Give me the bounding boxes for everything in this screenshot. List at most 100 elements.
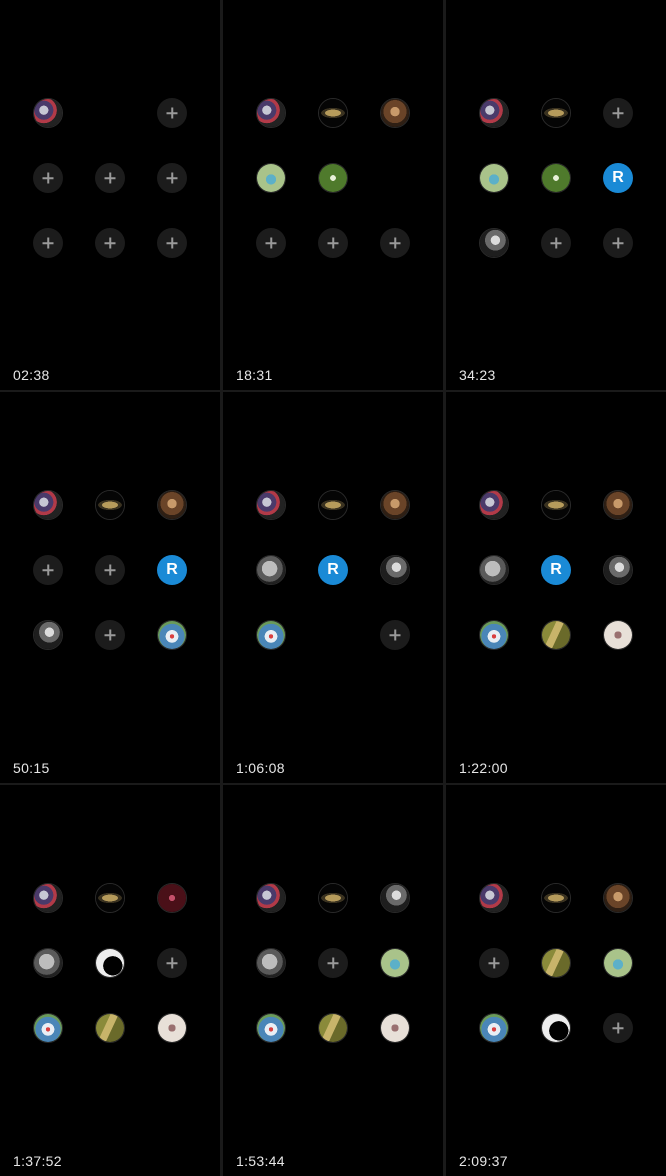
cards-icon (257, 99, 285, 127)
flag-photo-avatar[interactable] (479, 1013, 509, 1043)
moon-avatar[interactable] (479, 555, 509, 585)
contact-avatar-letter[interactable]: R (318, 555, 348, 585)
portrait-bw-avatar[interactable] (33, 620, 63, 650)
cards-avatar[interactable] (33, 98, 63, 128)
car-logo-icon (542, 99, 570, 127)
road-icon (542, 621, 570, 649)
sketch-avatar[interactable] (157, 1013, 187, 1043)
add-contact-button[interactable] (33, 163, 63, 193)
cards-icon (257, 884, 285, 912)
add-contact-button[interactable] (603, 1013, 633, 1043)
portrait-bw-avatar[interactable] (380, 555, 410, 585)
coffee-avatar[interactable] (603, 490, 633, 520)
cards-avatar[interactable] (33, 883, 63, 913)
add-contact-button[interactable] (95, 555, 125, 585)
coffee-avatar[interactable] (380, 490, 410, 520)
road-avatar[interactable] (541, 620, 571, 650)
coffee-icon (604, 884, 632, 912)
timestamp-label: 18:31 (236, 367, 273, 383)
silhouette-avatar[interactable] (95, 948, 125, 978)
cards-avatar[interactable] (256, 98, 286, 128)
add-contact-button[interactable] (157, 228, 187, 258)
road-icon (319, 1014, 347, 1042)
contact-avatar-letter[interactable]: R (603, 163, 633, 193)
cards-avatar[interactable] (256, 490, 286, 520)
contact-avatar-letter[interactable]: R (541, 555, 571, 585)
add-contact-button[interactable] (95, 620, 125, 650)
coffee-avatar[interactable] (380, 98, 410, 128)
road-avatar[interactable] (318, 1013, 348, 1043)
sketch-avatar[interactable] (380, 1013, 410, 1043)
coffee-avatar[interactable] (603, 883, 633, 913)
add-contact-button[interactable] (33, 555, 63, 585)
add-contact-button[interactable] (256, 228, 286, 258)
screenshot-panel: R 1:22:00 (446, 392, 666, 783)
moon-avatar[interactable] (33, 948, 63, 978)
moon-avatar[interactable] (256, 555, 286, 585)
road-avatar[interactable] (541, 948, 571, 978)
add-contact-button[interactable] (541, 228, 571, 258)
flag-photo-icon (257, 1014, 285, 1042)
screenshot-panel: 1:53:44 (223, 785, 443, 1176)
car-logo-icon (319, 491, 347, 519)
drink-icon (480, 164, 508, 192)
contact-avatar-letter[interactable]: R (157, 555, 187, 585)
car-logo-icon (96, 884, 124, 912)
road-avatar[interactable] (95, 1013, 125, 1043)
flag-photo-icon (480, 621, 508, 649)
add-contact-button[interactable] (157, 948, 187, 978)
car-logo-avatar[interactable] (318, 883, 348, 913)
coffee-avatar[interactable] (157, 490, 187, 520)
car-logo-avatar[interactable] (95, 883, 125, 913)
silhouette-avatar[interactable] (541, 1013, 571, 1043)
timestamp-label: 50:15 (13, 760, 50, 776)
car-logo-avatar[interactable] (318, 490, 348, 520)
car-logo-avatar[interactable] (541, 490, 571, 520)
flag-photo-avatar[interactable] (33, 1013, 63, 1043)
sketch-avatar[interactable] (603, 620, 633, 650)
saudi-emblem-avatar[interactable] (318, 163, 348, 193)
car-logo-avatar[interactable] (95, 490, 125, 520)
add-contact-button[interactable] (33, 228, 63, 258)
palm-red-avatar[interactable] (157, 883, 187, 913)
drink-avatar[interactable] (380, 948, 410, 978)
car-logo-avatar[interactable] (541, 98, 571, 128)
add-contact-button[interactable] (380, 228, 410, 258)
flag-photo-avatar[interactable] (157, 620, 187, 650)
cards-avatar[interactable] (479, 490, 509, 520)
add-contact-button[interactable] (603, 98, 633, 128)
add-contact-button[interactable] (380, 620, 410, 650)
add-contact-button[interactable] (157, 98, 187, 128)
portrait-bw-avatar[interactable] (380, 883, 410, 913)
screenshot-panel: 18:31 (223, 0, 443, 390)
drink-avatar[interactable] (479, 163, 509, 193)
cards-avatar[interactable] (33, 490, 63, 520)
drink-avatar[interactable] (256, 163, 286, 193)
portrait-bw-icon (604, 556, 632, 584)
car-logo-avatar[interactable] (541, 883, 571, 913)
flag-photo-icon (158, 621, 186, 649)
saudi-emblem-avatar[interactable] (541, 163, 571, 193)
portrait-bw-avatar[interactable] (603, 555, 633, 585)
portrait-bw-avatar[interactable] (479, 228, 509, 258)
cards-avatar[interactable] (479, 98, 509, 128)
moon-avatar[interactable] (256, 948, 286, 978)
add-contact-button[interactable] (318, 948, 348, 978)
flag-photo-avatar[interactable] (256, 1013, 286, 1043)
drink-avatar[interactable] (603, 948, 633, 978)
add-contact-button[interactable] (157, 163, 187, 193)
cards-avatar[interactable] (479, 883, 509, 913)
add-contact-button[interactable] (479, 948, 509, 978)
cards-icon (34, 99, 62, 127)
flag-photo-avatar[interactable] (479, 620, 509, 650)
add-contact-button[interactable] (95, 228, 125, 258)
cards-avatar[interactable] (256, 883, 286, 913)
car-logo-icon (319, 884, 347, 912)
car-logo-avatar[interactable] (318, 98, 348, 128)
add-contact-button[interactable] (318, 228, 348, 258)
portrait-bw-icon (381, 556, 409, 584)
add-contact-button[interactable] (603, 228, 633, 258)
road-icon (96, 1014, 124, 1042)
flag-photo-avatar[interactable] (256, 620, 286, 650)
add-contact-button[interactable] (95, 163, 125, 193)
